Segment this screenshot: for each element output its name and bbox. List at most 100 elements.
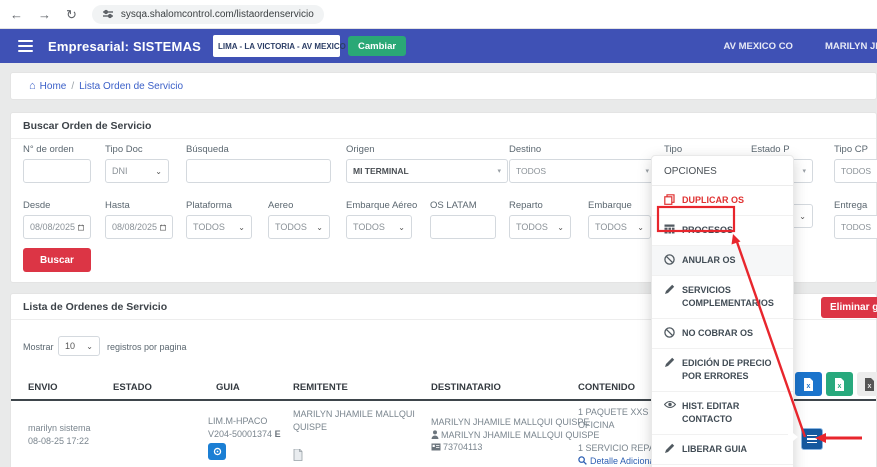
svg-text:x: x — [838, 383, 842, 390]
field-order-number: N° de orden — [23, 144, 91, 183]
menu-item-hist-editar-contacto[interactable]: HIST. EDITAR CONTACTO — [652, 392, 793, 435]
buscar-button[interactable]: Buscar — [23, 248, 91, 272]
breadcrumb-home-link[interactable]: Home — [40, 81, 67, 92]
field-label: Estado P — [751, 144, 813, 155]
destinatario-name: MARILYN JHAMILE MALLQUI QUISPE — [431, 416, 599, 429]
svg-text:x: x — [807, 383, 811, 390]
cell-destinatario: MARILYN JHAMILE MALLQUI QUISPE MARILYN J… — [431, 416, 599, 454]
menu-item-edicion-de-precio[interactable]: EDICIÓN DE PRECIO POR ERRORES — [652, 349, 793, 392]
guia-flag: E — [275, 429, 281, 439]
branch-select-value: LIMA - LA VICTORIA - AV MEXICO CO — [218, 42, 360, 51]
company-title: Empresarial: SISTEMAS — [48, 39, 201, 54]
pencil-icon — [664, 357, 676, 368]
user-label[interactable]: MARILYN JHA — [825, 41, 877, 52]
column-header-destinatario[interactable]: DESTINATARIO — [431, 382, 501, 393]
field-label: Plataforma — [186, 200, 252, 211]
calendar-icon — [160, 223, 166, 232]
top-navbar: Empresarial: SISTEMAS LIMA - LA VICTORIA… — [0, 29, 877, 63]
field-label: Desde — [23, 200, 91, 211]
chevron-down-icon: ⌄ — [398, 223, 405, 232]
page-size-select[interactable]: 10 ⌄ — [58, 336, 100, 356]
chevron-down-icon: ▾ — [802, 167, 806, 175]
desde-date-input[interactable]: 08/08/2025 — [23, 215, 91, 239]
reload-icon[interactable]: ↻ — [66, 8, 77, 21]
envio-date: 08-08-25 17:22 — [28, 435, 91, 448]
busqueda-input[interactable] — [186, 159, 331, 183]
guia-info-icon[interactable] — [208, 443, 226, 460]
origen-select[interactable]: MI TERMINAL▾ — [346, 159, 508, 183]
menu-pointer — [788, 429, 798, 445]
reparto-select[interactable]: TODOS⌄ — [509, 215, 571, 239]
tipo-doc-select[interactable]: DNI⌄ — [105, 159, 169, 183]
field-label: Tipo CP — [834, 144, 877, 155]
menu-item-servicios-complementarios[interactable]: SERVICIOS COMPLEMENTARIOS — [652, 276, 793, 319]
chevron-down-icon: ⌄ — [637, 223, 644, 232]
back-icon[interactable]: ← — [10, 8, 23, 21]
show-entries-suffix: registros por pagina — [107, 341, 187, 354]
aereo-select[interactable]: TODOS⌄ — [268, 215, 330, 239]
order-number-input[interactable] — [23, 159, 91, 183]
svg-text:x: x — [867, 383, 871, 390]
eliminar-guias-button[interactable]: Eliminar guias S — [821, 297, 877, 318]
destino-select[interactable]: TODOS▾ — [509, 159, 656, 183]
chevron-down-icon: ▾ — [645, 167, 649, 175]
field-busqueda: Búsqueda — [186, 144, 331, 183]
change-branch-button[interactable]: Cambiar — [348, 36, 406, 56]
field-label: Entrega — [834, 200, 877, 211]
menu-hamburger-icon[interactable] — [18, 37, 33, 55]
field-label: Destino — [509, 144, 656, 155]
column-header-contenido[interactable]: CONTENIDO — [578, 382, 635, 393]
document-icon[interactable] — [293, 449, 443, 465]
field-os-latam: OS LATAM — [430, 200, 496, 239]
excel-file-icon: x — [803, 378, 814, 391]
id-card-icon — [431, 443, 441, 451]
pencil-icon — [664, 443, 676, 454]
field-hasta: Hasta 08/08/2025 — [105, 200, 173, 239]
url-text[interactable]: sysqa.shalomcontrol.com/listaordenservic… — [121, 9, 314, 20]
breadcrumb-separator: / — [71, 81, 74, 92]
forward-icon[interactable]: → — [38, 8, 51, 21]
guia-code: V204-50001374 — [208, 429, 272, 439]
menu-item-anular-os[interactable]: ANULAR OS — [652, 246, 793, 276]
ban-icon — [664, 327, 676, 338]
chevron-down-icon: ⌄ — [155, 167, 162, 176]
field-destino: Destino TODOS▾ — [509, 144, 656, 183]
column-header-remitente[interactable]: REMITENTE — [293, 382, 348, 393]
embarque-aereo-select[interactable]: TODOS⌄ — [346, 215, 412, 239]
plataforma-select[interactable]: TODOS⌄ — [186, 215, 252, 239]
cell-envio: marilyn sistema 08-08-25 17:22 — [28, 422, 91, 447]
copy-icon — [664, 194, 676, 205]
site-settings-icon[interactable] — [102, 8, 114, 20]
export-excel-light-button[interactable]: x — [857, 372, 877, 396]
excel-file-icon: x — [864, 378, 875, 391]
field-tipo-cp: Tipo CP TODOS — [834, 144, 877, 183]
menu-item-duplicar-os[interactable]: DUPLICAR OS — [652, 186, 793, 216]
options-menu: OPCIONES DUPLICAR OS PROCESOS ANULAR OS … — [651, 155, 794, 467]
office-label[interactable]: AV MEXICO CO — [723, 41, 793, 52]
hasta-date-input[interactable]: 08/08/2025 — [105, 215, 173, 239]
os-latam-input[interactable] — [430, 215, 496, 239]
field-label: Tipo — [664, 144, 734, 155]
field-origen: Origen MI TERMINAL▾ — [346, 144, 508, 183]
entrega-select[interactable]: TODOS — [834, 215, 877, 239]
field-entrega: Entrega TODOS — [834, 200, 877, 239]
menu-item-procesos[interactable]: PROCESOS — [652, 216, 793, 246]
row-options-button[interactable] — [801, 428, 823, 450]
address-bar[interactable]: sysqa.shalomcontrol.com/listaordenservic… — [92, 5, 324, 24]
export-excel-blue-button[interactable]: x — [795, 372, 822, 396]
pencil-icon — [664, 284, 676, 295]
remitente-name: MARILYN JHAMILE MALLQUI QUISPE — [293, 408, 443, 433]
options-menu-title: OPCIONES — [652, 156, 793, 186]
branch-select[interactable]: LIMA - LA VICTORIA - AV MEXICO CO ▾ — [213, 35, 340, 57]
chevron-down-icon: ⌄ — [86, 342, 93, 351]
embarque-select[interactable]: TODOS⌄ — [588, 215, 651, 239]
column-header-estado[interactable]: ESTADO — [113, 382, 152, 393]
field-label: Embarque — [588, 200, 651, 211]
column-header-guia[interactable]: GUIA — [216, 382, 240, 393]
export-excel-green-button[interactable]: x — [826, 372, 853, 396]
menu-item-liberar-guia[interactable]: LIBERAR GUIA — [652, 435, 793, 465]
menu-item-no-cobrar-os[interactable]: NO COBRAR OS — [652, 319, 793, 349]
tipo-cp-select[interactable]: TODOS — [834, 159, 877, 183]
column-header-envio[interactable]: ENVIO — [28, 382, 58, 393]
field-label: N° de orden — [23, 144, 91, 155]
